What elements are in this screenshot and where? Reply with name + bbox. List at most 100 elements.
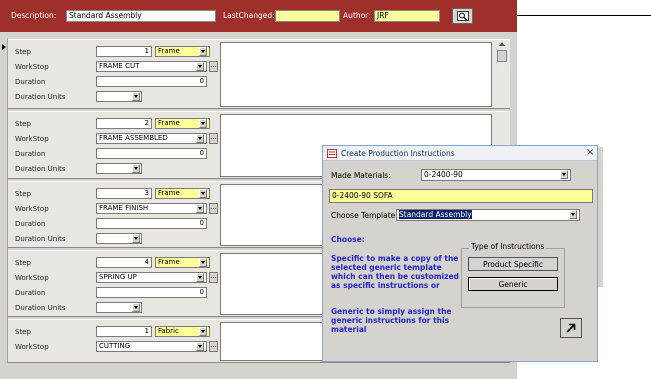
search-button[interactable] [452, 8, 473, 24]
workstop-label: WorkStop [15, 135, 49, 143]
workstop-label: WorkStop [15, 205, 49, 213]
run-button[interactable] [560, 318, 582, 338]
instruction-type-title: Type of Instructions [469, 242, 547, 251]
step-number-field[interactable]: 4 [96, 257, 152, 268]
workstop-label: WorkStop [15, 274, 49, 282]
dialog-titlebar: Create Production Instructions × [323, 146, 597, 161]
choose-template-label: Choose Template [331, 211, 396, 220]
duration-units-dropdown[interactable] [132, 164, 140, 173]
choose-template-value: Standard Assembly [399, 210, 472, 219]
workstop-dropdown[interactable] [196, 134, 204, 143]
category-dropdown[interactable] [199, 47, 207, 56]
duration-label: Duration [15, 150, 46, 158]
duration-field[interactable]: 0 [96, 287, 207, 298]
dialog-edge-strip [598, 147, 603, 287]
generic-explanation: Generic to simply assign the generic ins… [331, 307, 452, 334]
dialog-title: Create Production Instructions [341, 149, 455, 158]
current-record-icon [2, 44, 6, 50]
author-label: Author: [343, 11, 371, 20]
scroll-up-icon[interactable] [499, 42, 505, 46]
duration-units-label: Duration Units [15, 304, 66, 312]
category-dropdown[interactable] [199, 119, 207, 128]
description-input[interactable]: Standard Assembly [66, 10, 216, 22]
step-number-field[interactable]: 3 [96, 188, 152, 199]
instructions-notes-field[interactable] [220, 42, 492, 107]
workstop-select[interactable]: FRAME CUT [96, 61, 207, 72]
duration-label: Duration [15, 289, 46, 297]
duration-units-label: Duration Units [15, 165, 66, 173]
workstop-dropdown[interactable] [196, 273, 204, 282]
workstop-lookup-button[interactable]: ... [209, 203, 218, 214]
chevron-down-icon [198, 276, 202, 279]
magnifier-icon [456, 11, 469, 21]
workstop-dropdown[interactable] [196, 204, 204, 213]
duration-field[interactable]: 0 [96, 218, 207, 229]
category-dropdown[interactable] [199, 258, 207, 267]
generic-button[interactable]: Generic [468, 277, 558, 291]
workstop-select[interactable]: SPRING UP [96, 272, 207, 283]
chevron-down-icon [134, 237, 138, 240]
last-changed-input[interactable] [275, 10, 340, 22]
step-label: Step [15, 48, 31, 56]
duration-units-label: Duration Units [15, 235, 66, 243]
workstop-lookup-button[interactable]: ... [209, 61, 218, 72]
made-materials-dropdown[interactable] [560, 170, 568, 179]
step-label: Step [15, 328, 31, 336]
create-production-instructions-dialog: Create Production Instructions × Made Ma… [322, 145, 598, 362]
chevron-down-icon [571, 213, 575, 216]
category-dropdown[interactable] [199, 189, 207, 198]
workstop-select[interactable]: FRAME FINISH [96, 203, 207, 214]
made-materials-select[interactable]: 0-2400-90 [421, 169, 571, 181]
specific-explanation: Specific to make a copy of the selected … [331, 254, 459, 290]
step-label: Step [15, 259, 31, 267]
duration-label: Duration [15, 78, 46, 86]
chevron-down-icon [198, 137, 202, 140]
record-block: Step WorkStop Duration Duration Units 1 Frame… [8, 39, 510, 109]
diagonal-arrow-icon [566, 323, 576, 333]
scroll-thumb[interactable] [497, 50, 507, 62]
chevron-down-icon [198, 207, 202, 210]
chevron-down-icon [198, 65, 202, 68]
product-specific-button[interactable]: Product Specific [468, 257, 558, 271]
divider-line [517, 15, 651, 16]
step-label: Step [15, 120, 31, 128]
workstop-lookup-button[interactable]: ... [209, 341, 218, 352]
duration-units-dropdown[interactable] [132, 303, 140, 312]
chevron-down-icon [134, 306, 138, 309]
duration-field[interactable]: 0 [96, 76, 207, 87]
duration-units-dropdown[interactable] [132, 234, 140, 243]
chevron-down-icon [134, 95, 138, 98]
duration-field[interactable]: 0 [96, 148, 207, 159]
material-description-field[interactable]: 0-2400-90 SOFA [329, 189, 593, 203]
workstop-dropdown[interactable] [196, 62, 204, 71]
workstop-select[interactable]: CUTTING [96, 341, 207, 352]
duration-units-dropdown[interactable] [132, 92, 140, 101]
step-number-field[interactable]: 2 [96, 118, 152, 129]
duration-label: Duration [15, 220, 46, 228]
made-materials-label: Made Materials: [331, 171, 391, 180]
form-icon [327, 149, 337, 158]
chevron-down-icon [562, 173, 566, 176]
step-number-field[interactable]: 1 [96, 46, 152, 57]
status-strip [0, 363, 517, 379]
author-input[interactable]: JRF [374, 10, 440, 22]
workstop-lookup-button[interactable]: ... [209, 133, 218, 144]
record-selector-column[interactable] [0, 38, 8, 363]
category-dropdown[interactable] [199, 327, 207, 336]
workstop-select[interactable]: FRAME ASSEMBLED [96, 133, 207, 144]
description-label: Description: [11, 11, 57, 20]
close-icon[interactable]: × [586, 147, 594, 158]
workstop-label: WorkStop [15, 63, 49, 71]
choose-template-select[interactable]: Standard Assembly [396, 209, 580, 221]
vertical-scrollbar[interactable] [497, 40, 507, 72]
chevron-down-icon [201, 122, 205, 125]
choose-template-dropdown[interactable] [569, 210, 577, 219]
chevron-down-icon [201, 330, 205, 333]
chevron-down-icon [201, 261, 205, 264]
workstop-lookup-button[interactable]: ... [209, 272, 218, 283]
step-number-field[interactable]: 1 [96, 326, 152, 337]
last-changed-label: LastChanged: [223, 11, 275, 20]
workstop-dropdown[interactable] [196, 342, 204, 351]
workstop-label: WorkStop [15, 343, 49, 351]
duration-units-label: Duration Units [15, 93, 66, 101]
